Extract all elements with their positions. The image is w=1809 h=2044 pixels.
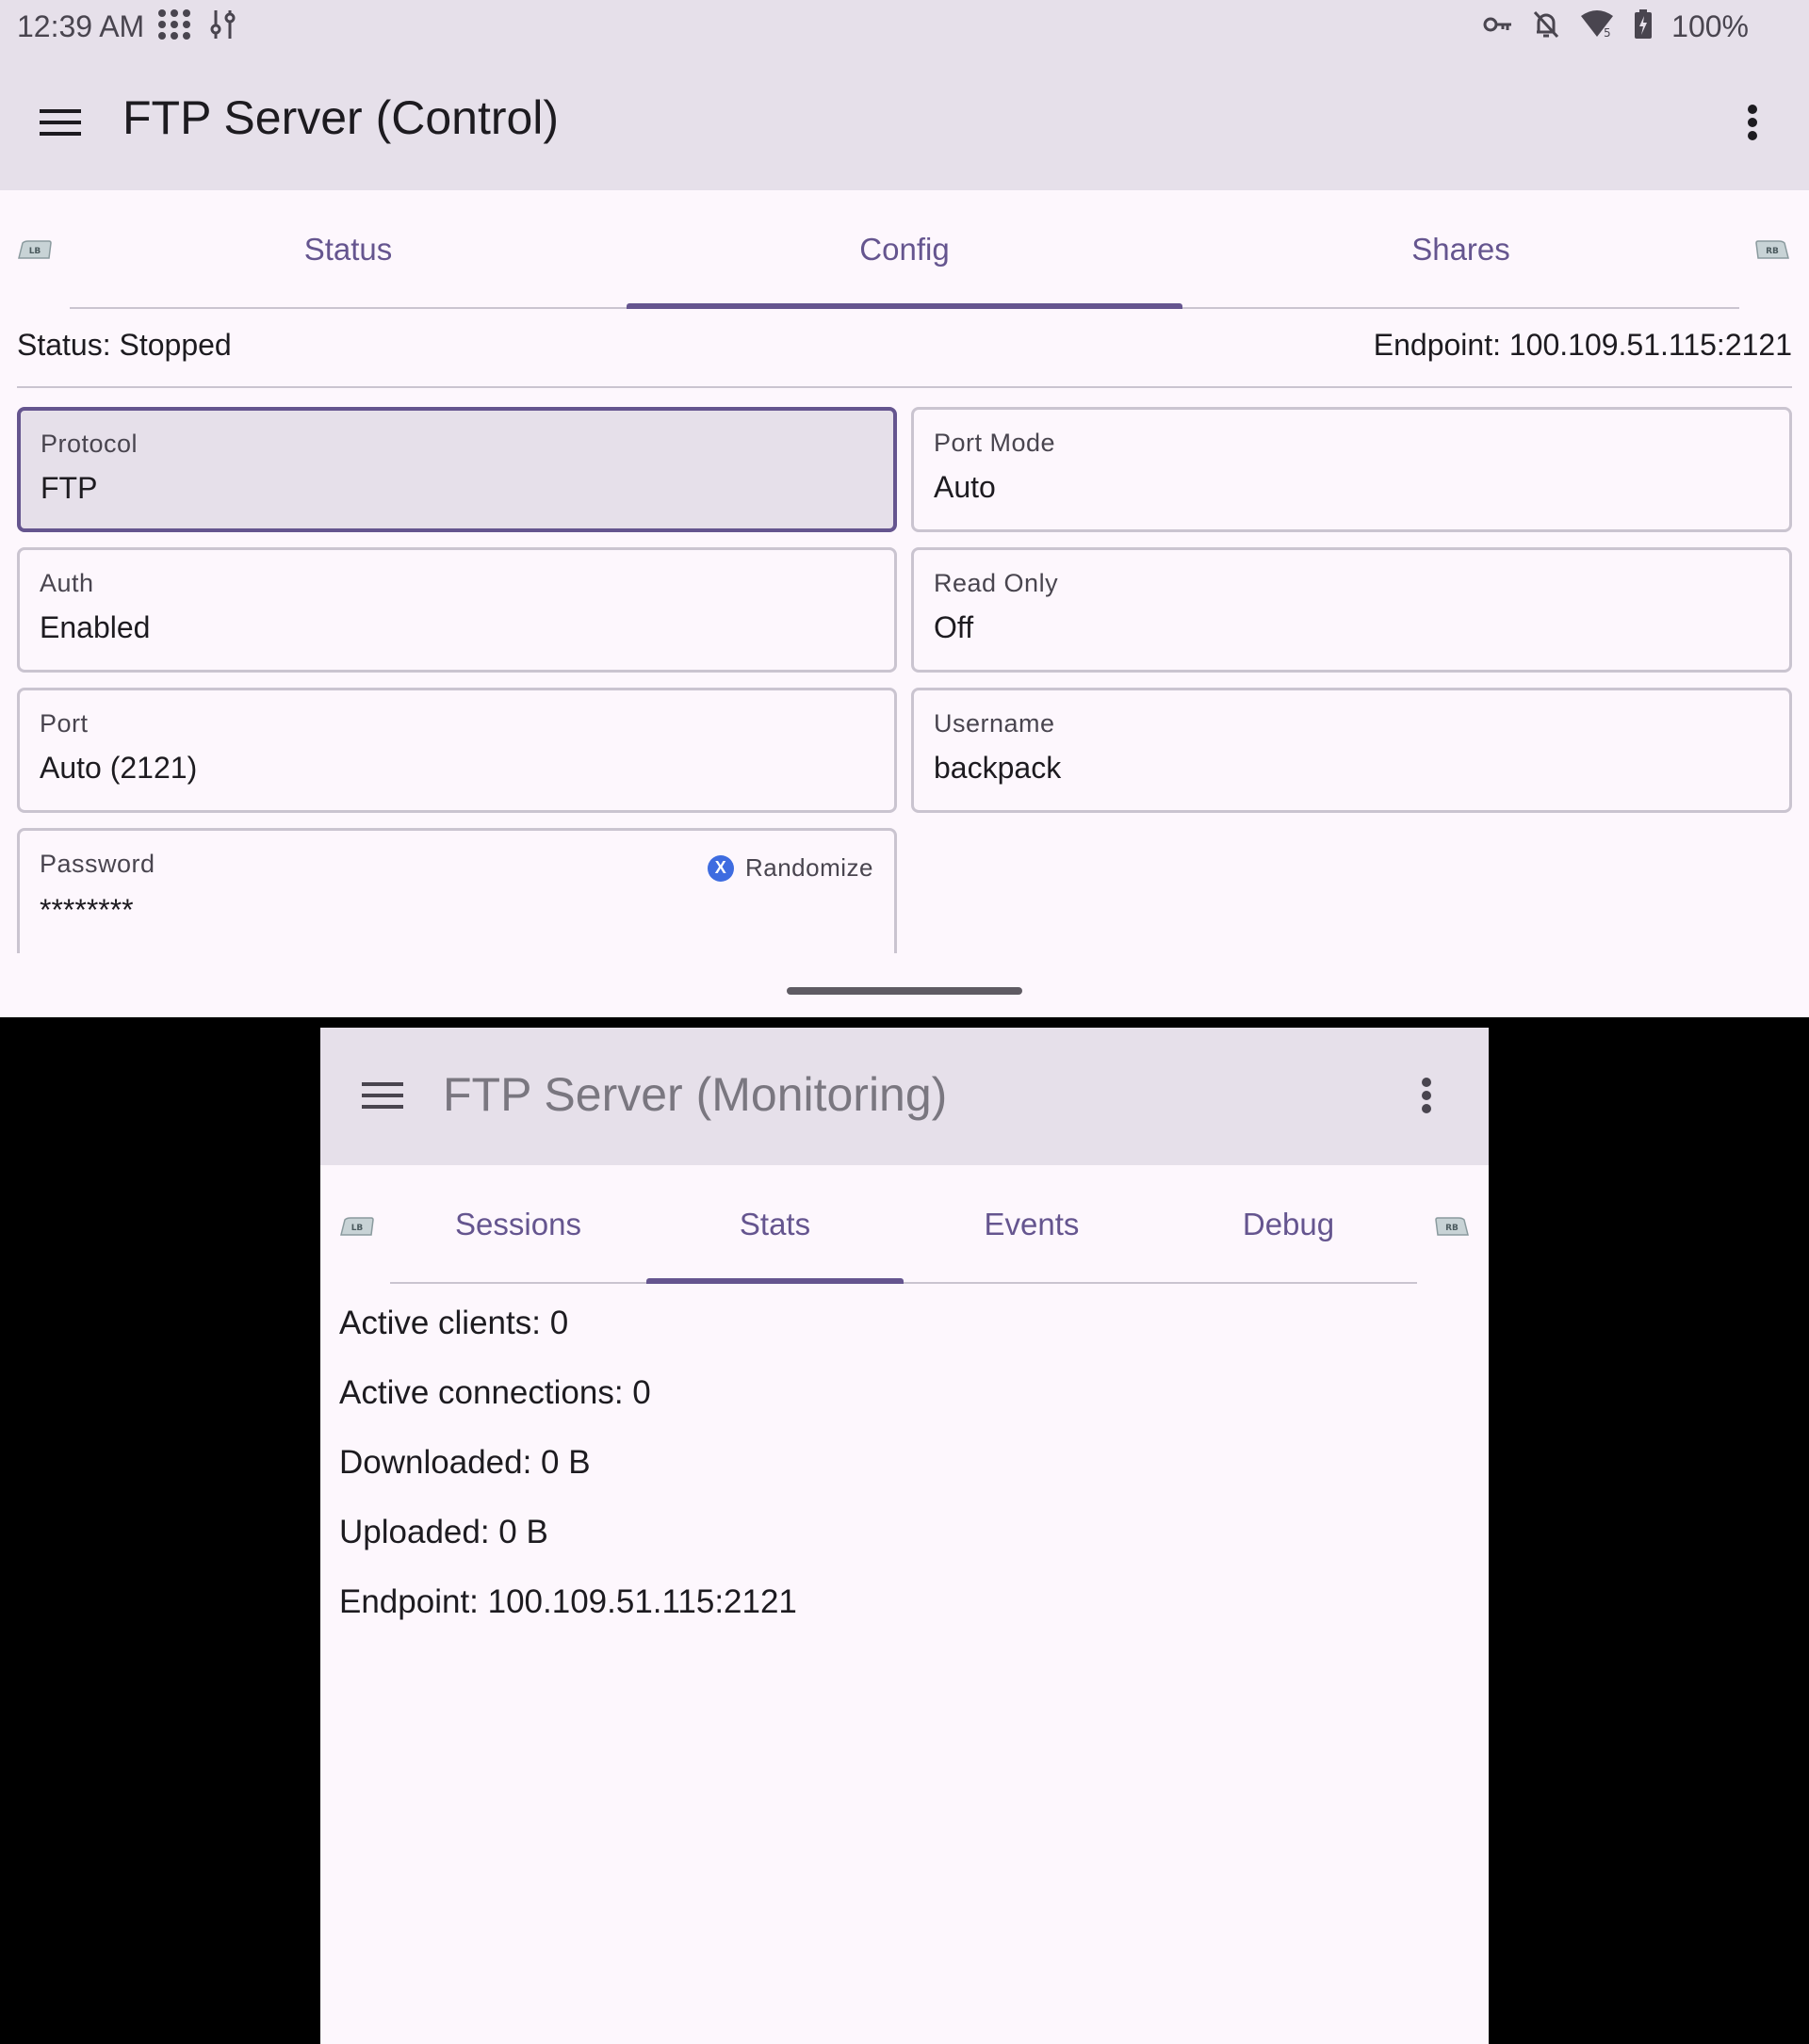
- tab-debug[interactable]: Debug: [1160, 1165, 1417, 1284]
- lb-bumper-icon: LB: [17, 239, 53, 260]
- rb-bumper-label: RB: [1445, 1224, 1459, 1233]
- overflow-menu-button[interactable]: [1726, 96, 1779, 149]
- field-label: Protocol: [41, 430, 139, 458]
- control-window: 12:39 AM 5 100% FTP Server (Control) LB …: [0, 0, 1809, 1017]
- battery-percent: 100%: [1671, 8, 1749, 43]
- field-label: Read Only: [934, 569, 1059, 597]
- username-field[interactable]: Username backpack: [911, 688, 1792, 813]
- field-label: Port: [40, 709, 89, 738]
- field-value: Auto: [934, 470, 996, 504]
- more-vert-icon: [1748, 105, 1757, 140]
- randomize-button[interactable]: X Randomize: [707, 853, 873, 883]
- rb-bumper-icon: RB: [1754, 239, 1790, 260]
- endpoint-text: Endpoint: 100.109.51.115:2121: [1373, 328, 1792, 362]
- tab-events[interactable]: Events: [904, 1165, 1160, 1284]
- grid-dots-icon: [156, 8, 192, 46]
- menu-button[interactable]: [34, 96, 87, 149]
- monitoring-app-bar: FTP Server (Monitoring): [320, 1028, 1489, 1165]
- battery-charging-icon: [1634, 8, 1653, 44]
- overflow-menu-button[interactable]: [1400, 1069, 1453, 1122]
- tab-sessions[interactable]: Sessions: [390, 1165, 646, 1284]
- tune-icon: [209, 8, 237, 45]
- clock: 12:39 AM: [17, 9, 145, 43]
- rb-bumper-label: RB: [1766, 247, 1779, 256]
- field-value: Auto (2121): [40, 751, 198, 785]
- svg-text:5: 5: [1604, 26, 1611, 39]
- server-status-text: Status: Stopped: [17, 328, 232, 362]
- stat-endpoint: Endpoint: 100.109.51.115:2121: [339, 1583, 797, 1620]
- field-value: Enabled: [40, 610, 151, 644]
- password-field[interactable]: Password X Randomize ********: [17, 828, 897, 953]
- field-value: Off: [934, 610, 974, 644]
- port-field[interactable]: Port Auto (2121): [17, 688, 897, 813]
- field-value: FTP: [41, 471, 98, 505]
- notifications-off-icon: [1532, 9, 1560, 44]
- randomize-label: Randomize: [744, 853, 873, 882]
- field-label: Password: [40, 850, 155, 878]
- split-drag-handle[interactable]: [787, 987, 1022, 995]
- tab-config[interactable]: Config: [627, 190, 1182, 309]
- lb-bumper-label: LB: [351, 1224, 364, 1233]
- lb-bumper-icon: LB: [339, 1216, 375, 1237]
- lb-bumper-label: LB: [29, 247, 41, 256]
- vpn-key-icon: [1483, 15, 1513, 39]
- stats-list: Active clients: 0 Active connections: 0 …: [339, 1303, 797, 1651]
- top-app-bar: FTP Server (Control): [0, 55, 1809, 190]
- divider: [17, 386, 1792, 388]
- stat-downloaded: Downloaded: 0 B: [339, 1444, 591, 1481]
- system-status-bar: 12:39 AM 5 100%: [0, 0, 1809, 55]
- read-only-field[interactable]: Read Only Off: [911, 547, 1792, 673]
- tab-status[interactable]: Status: [70, 190, 627, 309]
- password-value: ********: [40, 893, 134, 927]
- field-label: Port Mode: [934, 429, 1056, 457]
- stat-active-connections: Active connections: 0: [339, 1374, 651, 1411]
- field-label: Username: [934, 709, 1055, 738]
- control-tab-bar: LB Status Config Shares RB: [0, 190, 1809, 309]
- server-status-row: Status: Stopped Endpoint: 100.109.51.115…: [17, 328, 1792, 369]
- auth-field[interactable]: Auth Enabled: [17, 547, 897, 673]
- menu-button[interactable]: [356, 1069, 409, 1122]
- monitoring-window: FTP Server (Monitoring) LB Sessions Stat…: [320, 1028, 1489, 2044]
- page-title: FTP Server (Monitoring): [443, 1068, 948, 1121]
- wifi-icon: 5: [1579, 9, 1615, 43]
- rb-bumper-icon: RB: [1434, 1216, 1470, 1237]
- x-button-icon: X: [707, 854, 734, 882]
- field-value: backpack: [934, 751, 1062, 785]
- protocol-field[interactable]: Protocol FTP: [17, 407, 897, 532]
- page-title: FTP Server (Control): [122, 91, 560, 144]
- monitoring-tab-bar: LB Sessions Stats Events Debug RB: [320, 1165, 1489, 1284]
- tab-stats[interactable]: Stats: [646, 1165, 904, 1284]
- stat-active-clients: Active clients: 0: [339, 1305, 569, 1341]
- more-vert-icon: [1422, 1078, 1431, 1113]
- tab-indicator: [646, 1278, 904, 1284]
- field-label: Auth: [40, 569, 94, 597]
- stat-uploaded: Uploaded: 0 B: [339, 1514, 548, 1550]
- port-mode-field[interactable]: Port Mode Auto: [911, 407, 1792, 532]
- hamburger-menu-icon: [362, 1082, 403, 1109]
- tab-divider: [390, 1282, 1417, 1284]
- tab-indicator: [627, 303, 1182, 309]
- hamburger-menu-icon: [40, 109, 81, 136]
- tab-shares[interactable]: Shares: [1182, 190, 1739, 309]
